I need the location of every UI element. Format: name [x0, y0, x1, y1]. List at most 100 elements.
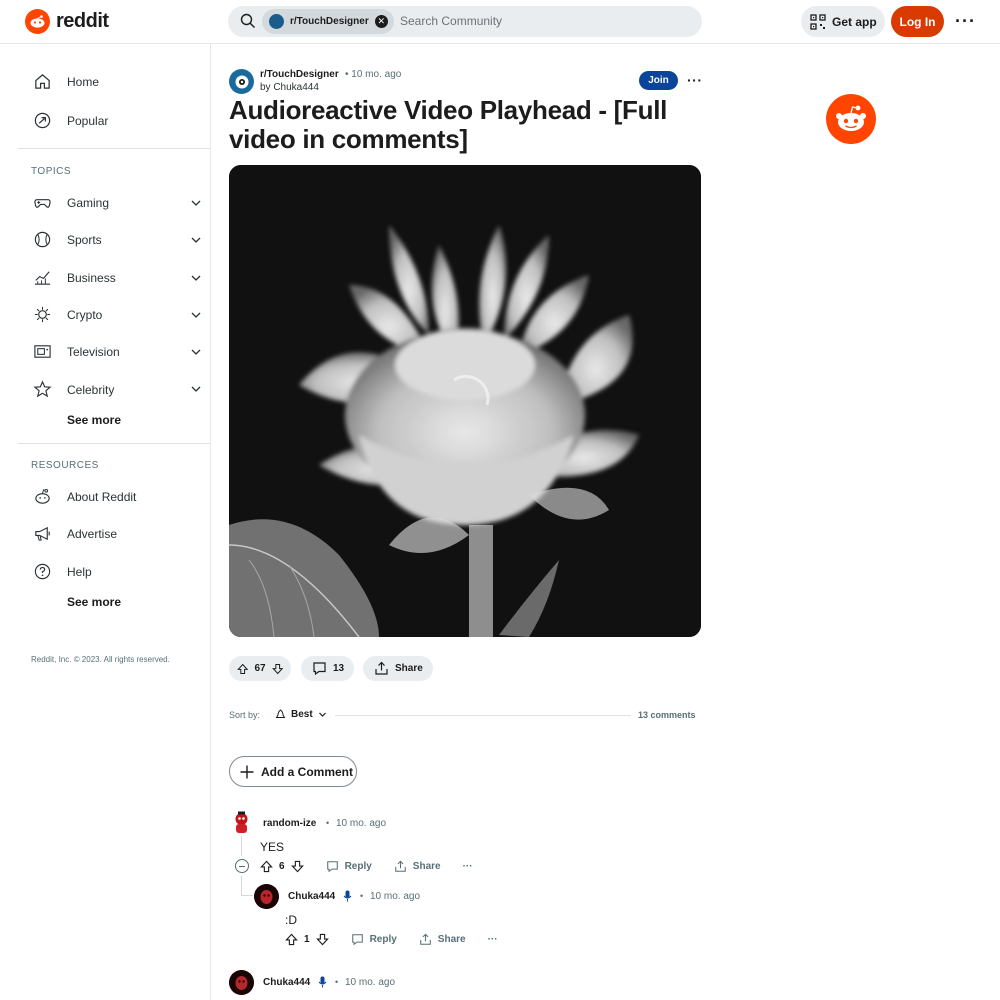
post-subreddit-link[interactable]: r/TouchDesigner — [260, 69, 339, 80]
post-more-options-icon[interactable]: ··· — [687, 72, 703, 88]
community-avatar[interactable] — [229, 69, 254, 94]
reply-button[interactable]: Reply — [326, 860, 372, 873]
downvote-icon[interactable] — [271, 662, 283, 676]
get-app-button[interactable]: Get app — [801, 6, 885, 37]
logo-text: reddit — [56, 10, 109, 32]
sidebar-item-label: Help — [67, 564, 92, 579]
join-button[interactable]: Join — [639, 71, 678, 90]
chevron-down-icon[interactable] — [190, 234, 202, 246]
more-options-icon[interactable]: ··· — [463, 861, 473, 872]
comment-body: :D — [285, 913, 297, 927]
comment-author[interactable]: Chuka444 — [288, 891, 335, 902]
sort-dropdown[interactable]: Best — [275, 709, 327, 720]
post-timestamp: • 10 mo. ago — [345, 69, 402, 80]
login-button[interactable]: Log In — [891, 6, 944, 37]
downvote-icon[interactable] — [290, 860, 304, 873]
reddit-logo[interactable]: reddit — [25, 9, 109, 34]
thread-line — [241, 836, 242, 856]
upvote-icon[interactable] — [285, 933, 298, 946]
comment-author[interactable]: random-ize — [263, 818, 316, 829]
add-comment-button[interactable]: Add a Comment — [229, 756, 357, 787]
chevron-down-icon[interactable] — [190, 197, 202, 209]
search-input[interactable]: Search Community — [400, 14, 502, 28]
separator-dot: • — [335, 977, 339, 987]
chevron-down-icon — [318, 712, 326, 717]
share-button[interactable]: Share — [363, 656, 433, 681]
topics-heading: TOPICS — [31, 166, 72, 177]
comment-timestamp: 10 mo. ago — [345, 977, 396, 988]
chevron-down-icon[interactable] — [190, 383, 202, 395]
gamepad-icon — [34, 199, 51, 208]
divider — [335, 715, 631, 716]
sidebar-item-business[interactable]: Business — [33, 268, 116, 287]
community-chip[interactable]: r/TouchDesigner ✕ — [262, 9, 394, 34]
sidebar-item-celebrity[interactable]: Celebrity — [33, 380, 114, 399]
comment-vote-count: 6 — [279, 861, 285, 872]
chevron-down-icon[interactable] — [190, 346, 202, 358]
upvote-icon[interactable] — [260, 860, 273, 873]
downvote-icon[interactable] — [315, 933, 329, 946]
sidebar-item-home[interactable]: Home — [33, 72, 99, 91]
thread-line — [241, 876, 242, 896]
avatar[interactable] — [254, 884, 279, 909]
share-label: Share — [437, 934, 466, 945]
close-icon[interactable]: ✕ — [374, 15, 388, 28]
sidebar-item-help[interactable]: Help — [33, 562, 92, 581]
sidebar-item-label: Sports — [67, 232, 102, 247]
sidebar-item-label: Popular — [67, 113, 109, 128]
reddit-snoo-icon — [826, 94, 876, 144]
comments-button[interactable]: 13 — [301, 656, 354, 681]
upvote-icon[interactable] — [237, 662, 249, 676]
community-avatar — [269, 14, 284, 29]
see-more-resources-button[interactable]: See more — [67, 595, 121, 609]
sidebar-item-about-reddit[interactable]: About Reddit — [33, 487, 136, 506]
sidebar-item-advertise[interactable]: Advertise — [33, 524, 117, 543]
sidebar-item-label: Gaming — [67, 195, 110, 210]
total-comments: 13 comments — [638, 710, 696, 720]
sidebar-item-label: About Reddit — [67, 489, 137, 504]
sidebar-item-label: Advertise — [67, 526, 118, 541]
see-more-topics-button[interactable]: See more — [67, 413, 121, 427]
comment-author[interactable]: Chuka444 — [263, 977, 310, 988]
share-button[interactable]: Share — [394, 860, 441, 873]
sidebar-item-popular[interactable]: Popular — [33, 111, 108, 130]
search-bar[interactable]: r/TouchDesigner ✕ Search Community — [228, 6, 702, 37]
sidebar-item-television[interactable]: Television — [33, 342, 120, 361]
community-chip-label: r/TouchDesigner — [290, 16, 369, 27]
comment-actions: 6 Reply Share ··· — [260, 860, 495, 873]
post-vote-group: 67 — [229, 656, 291, 681]
share-button[interactable]: Share — [419, 933, 466, 946]
collapse-thread-icon[interactable] — [235, 859, 249, 873]
sidebar-item-crypto[interactable]: Crypto — [33, 305, 102, 324]
avatar[interactable] — [229, 970, 254, 995]
avatar[interactable] — [229, 810, 254, 835]
sidebar-item-sports[interactable]: Sports — [33, 230, 102, 249]
microphone-icon — [343, 890, 352, 902]
more-options-icon[interactable]: ··· — [955, 11, 976, 32]
top-header: reddit r/TouchDesigner ✕ Search Communit… — [0, 0, 1000, 44]
sidebar-item-label: Television — [67, 344, 120, 359]
more-options-icon[interactable]: ··· — [488, 934, 498, 945]
reply-label: Reply — [344, 861, 372, 872]
post-video[interactable] — [229, 165, 701, 637]
chevron-down-icon[interactable] — [190, 272, 202, 284]
tv-icon — [34, 345, 51, 358]
comment-vote-count: 1 — [304, 934, 310, 945]
reply-button[interactable]: Reply — [351, 933, 397, 946]
plus-icon — [240, 765, 254, 778]
sidebar-item-label: Celebrity — [67, 382, 115, 397]
resources-heading: RESOURCES — [31, 460, 99, 471]
sidebar-item-gaming[interactable]: Gaming — [33, 193, 109, 212]
post-title: Audioreactive Video Playhead - [Full vid… — [229, 95, 668, 154]
share-icon — [375, 661, 388, 675]
copyright-text: Reddit, Inc. © 2023. All rights reserved… — [31, 655, 170, 664]
chevron-down-icon[interactable] — [190, 309, 202, 321]
microphone-icon — [318, 976, 327, 988]
reddit-icon — [35, 488, 50, 504]
separator-dot: • — [326, 818, 330, 828]
share-icon — [395, 860, 406, 872]
help-icon — [34, 563, 51, 580]
qr-code-icon — [810, 13, 826, 30]
comment-timestamp: 10 mo. ago — [370, 891, 421, 902]
post-author[interactable]: by Chuka444 — [260, 82, 319, 93]
